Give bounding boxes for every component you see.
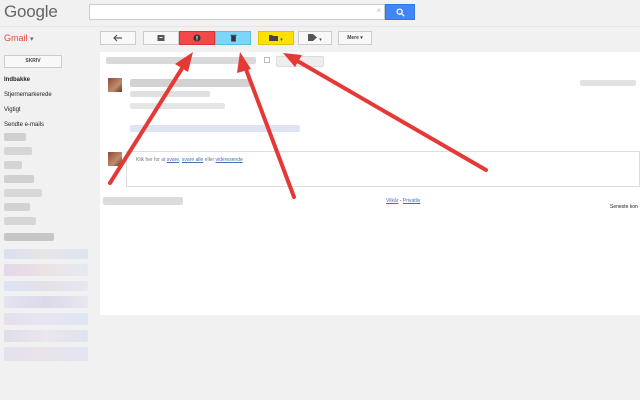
arrow-head-spam xyxy=(175,52,193,72)
arrow-to-spam xyxy=(108,60,188,185)
arrow-to-delete xyxy=(242,62,296,199)
arrow-to-move xyxy=(292,57,488,172)
arrow-head-delete xyxy=(237,52,251,73)
annotation-arrows xyxy=(108,52,488,199)
